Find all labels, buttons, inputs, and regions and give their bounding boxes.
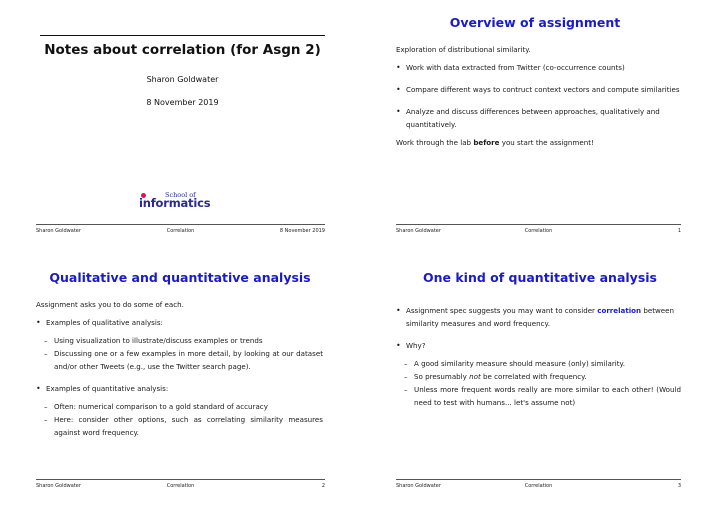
sub-item-pre: So presumably xyxy=(414,372,470,381)
slide-body: Exploration of distributional similarity… xyxy=(396,43,681,149)
deck-title: Notes about correlation (for Asgn 2) xyxy=(44,42,321,58)
intro-text: Exploration of distributional similarity… xyxy=(396,45,531,54)
footer-date: 8 November 2019 xyxy=(279,228,325,234)
sub-item: A good similarity measure should measure… xyxy=(396,357,681,370)
slide-title-page: Notes about correlation (for Asgn 2) Sha… xyxy=(0,0,360,255)
sub-item: So presumably not be correlated with fre… xyxy=(396,370,681,383)
closing-pre: Work through the lab xyxy=(396,138,474,147)
intro-text: Assignment asks you to do some of each. xyxy=(36,300,184,309)
footer-topic: Correlation xyxy=(524,483,553,489)
bullet-text-pre: Assignment spec suggests you may want to… xyxy=(406,306,598,315)
school-of-informatics-logo: School of informatics xyxy=(139,191,229,213)
sub-item: Using visualization to illustrate/discus… xyxy=(36,334,323,347)
sub-item: Here: consider other options, such as co… xyxy=(36,413,323,439)
slide-footer: Sharon Goldwater Correlation 2 xyxy=(36,479,325,492)
slide-heading: Qualitative and quantitative analysis xyxy=(49,270,311,285)
bullet-item: Examples of quantitative analysis: xyxy=(36,382,323,395)
slide-footer: Sharon Goldwater Correlation 3 xyxy=(396,479,681,492)
deck-date: 8 November 2019 xyxy=(146,98,219,107)
page-number: 1 xyxy=(677,228,681,234)
closing-post: you start the assignment! xyxy=(499,138,594,147)
highlighted-term: correlation xyxy=(597,306,642,315)
bullet-item: Assignment spec suggests you may want to… xyxy=(396,304,681,330)
footer-topic: Correlation xyxy=(166,483,195,489)
sub-item: Unless more frequent words really are mo… xyxy=(396,383,681,409)
closing-emphasis: before xyxy=(473,138,500,147)
sub-item-post: be correlated with frequency. xyxy=(480,372,587,381)
page-number: 2 xyxy=(321,483,325,489)
sub-item: Often: numerical comparison to a gold st… xyxy=(36,400,323,413)
deck-author: Sharon Goldwater xyxy=(146,75,219,84)
page-number: 3 xyxy=(677,483,681,489)
slide-footer: Sharon Goldwater Correlation 1 xyxy=(396,224,681,237)
slide-overview: Overview of assignment Exploration of di… xyxy=(360,0,720,255)
slide-qualitative-quantitative: Qualitative and quantitative analysis As… xyxy=(0,255,360,510)
slide-body: Assignment asks you to do some of each. … xyxy=(36,298,323,439)
bullet-item: Compare different ways to contruct conte… xyxy=(396,83,681,96)
title-rule xyxy=(40,35,325,36)
footer-topic: Correlation xyxy=(524,228,553,234)
logo-large-text: informatics xyxy=(139,196,211,210)
slide-body: Assignment spec suggests you may want to… xyxy=(396,304,681,409)
sub-item: Discussing one or a few examples in more… xyxy=(36,347,323,373)
bullet-item: Work with data extracted from Twitter (c… xyxy=(396,61,681,74)
slide-heading: Overview of assignment xyxy=(449,15,621,30)
bullet-item: Examples of qualitative analysis: xyxy=(36,316,323,329)
bullet-item: Analyze and discuss differences between … xyxy=(396,105,681,131)
closing-text: Work through the lab before you start th… xyxy=(396,136,681,149)
bullet-item: Why? xyxy=(396,339,681,352)
sub-item-emphasis: not xyxy=(469,372,481,381)
slide-heading: One kind of quantitative analysis xyxy=(423,270,657,285)
slide-footer: Sharon Goldwater Correlation 8 November … xyxy=(36,224,325,237)
slide-one-kind-quantitative: One kind of quantitative analysis Assign… xyxy=(360,255,720,510)
